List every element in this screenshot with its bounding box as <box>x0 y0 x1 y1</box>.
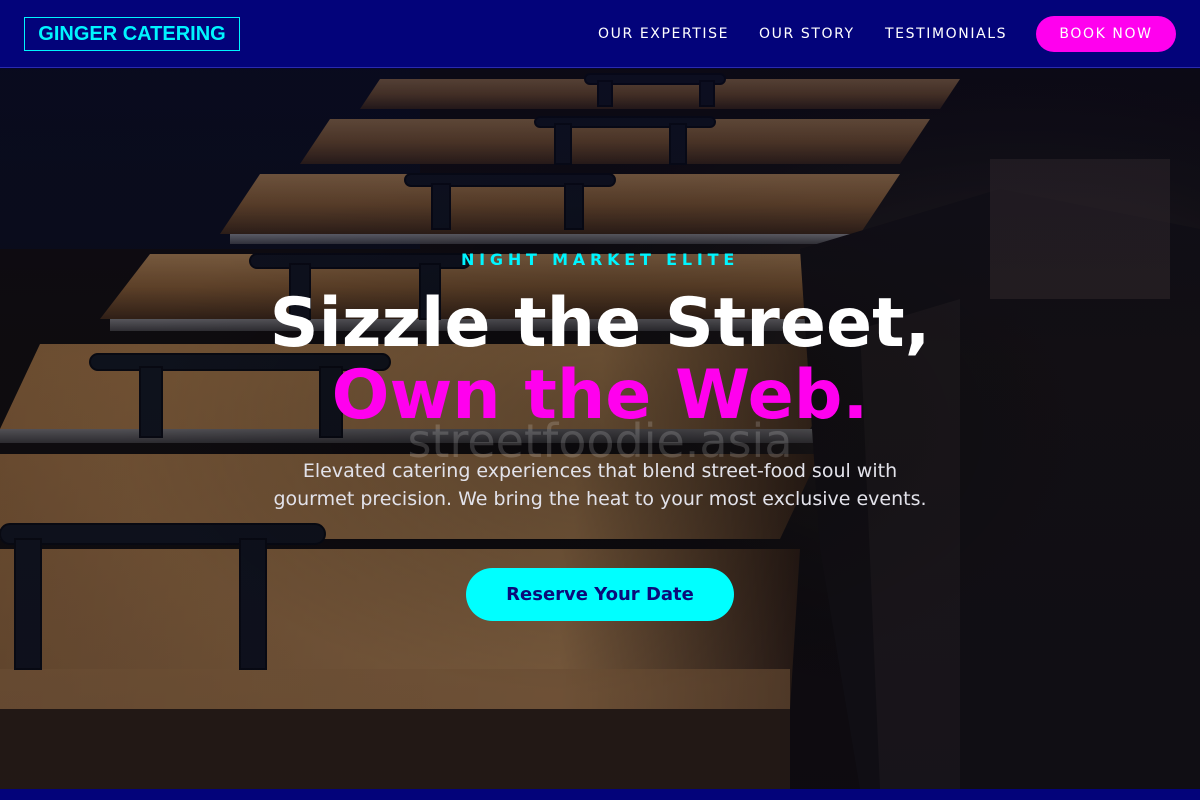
hero-headline-line2: Own the Web. <box>331 356 869 435</box>
brand-logo[interactable]: GINGER CATERING <box>24 17 240 51</box>
hero-subtitle: Elevated catering experiences that blend… <box>273 460 927 510</box>
nav-link-testimonials[interactable]: TESTIMONIALS <box>885 24 1007 44</box>
site-header: GINGER CATERING OUR EXPERTISE OUR STORY … <box>0 0 1200 68</box>
next-section-edge <box>0 789 1200 800</box>
hero-eyebrow: NIGHT MARKET ELITE <box>460 250 740 269</box>
hero-headline-line1: Sizzle the Street, <box>269 284 931 363</box>
book-now-button[interactable]: BOOK NOW <box>1036 16 1176 52</box>
nav-link-our-expertise[interactable]: OUR EXPERTISE <box>598 24 729 44</box>
reserve-date-button[interactable]: Reserve Your Date <box>466 568 734 621</box>
nav-link-our-story[interactable]: OUR STORY <box>759 24 855 44</box>
